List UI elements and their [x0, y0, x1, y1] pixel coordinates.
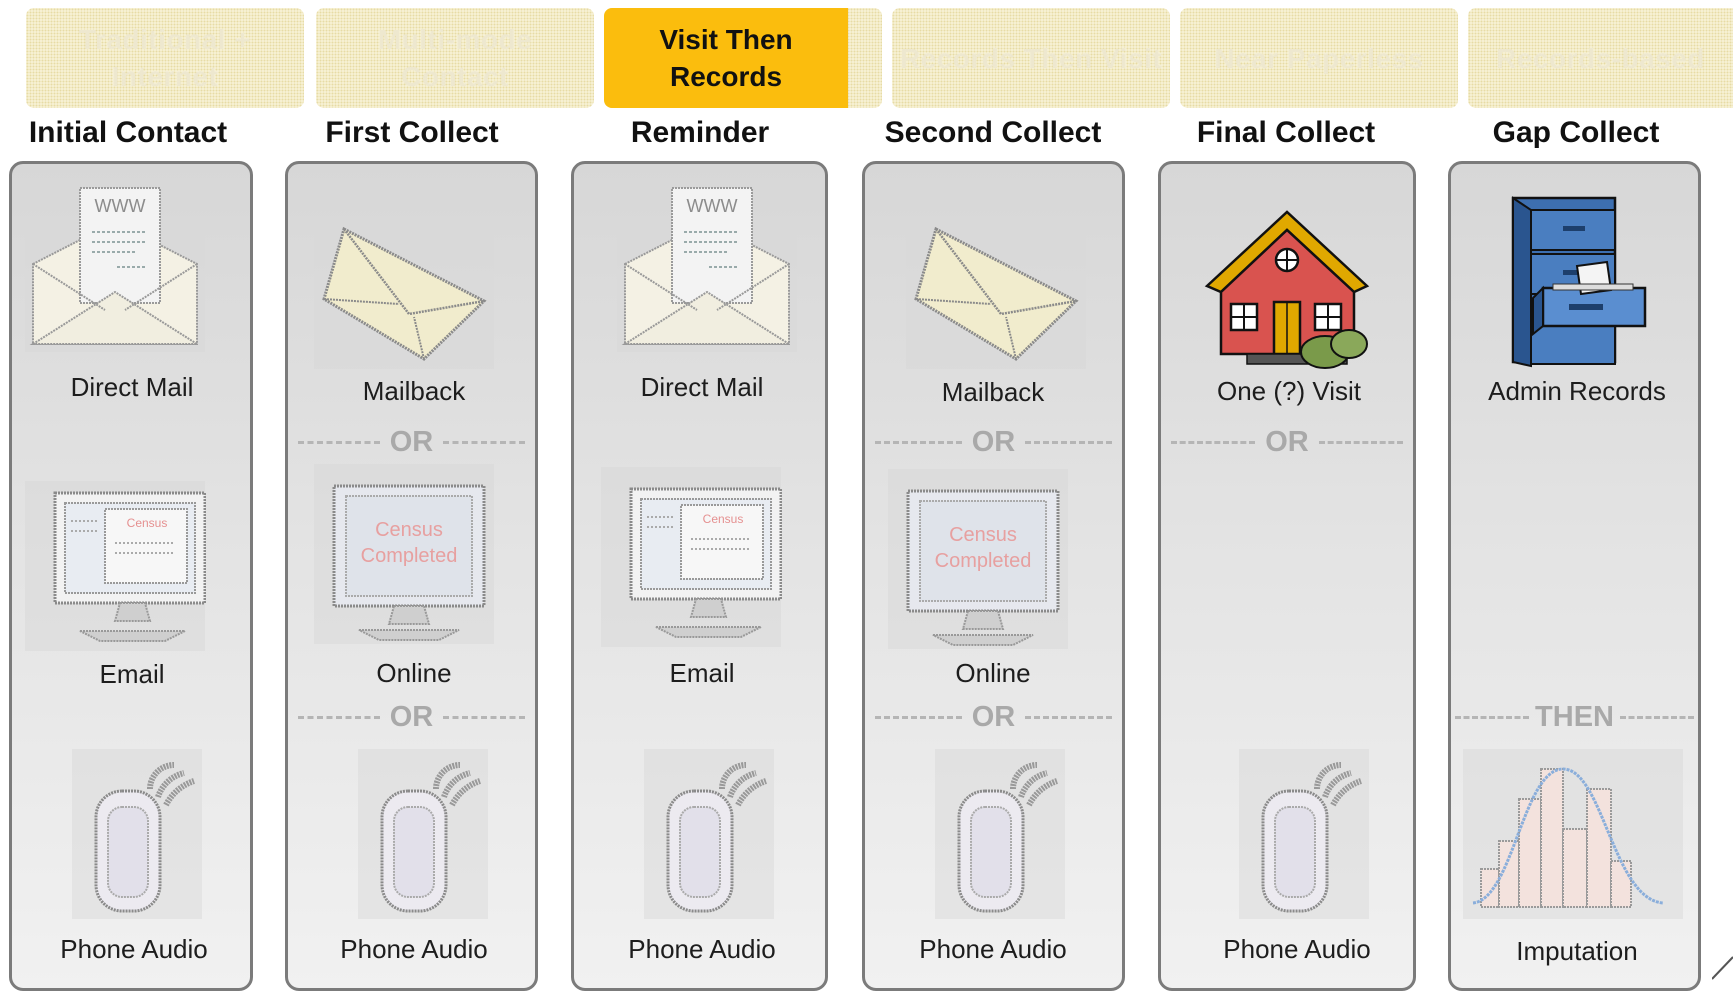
separator-then: THEN [1451, 699, 1698, 735]
item-label-direct-mail: Direct Mail [640, 372, 764, 402]
item-label-admin-records: Admin Records [1488, 376, 1666, 406]
item-label-phone-audio: Phone Audio [628, 934, 776, 964]
item-label-phone-audio: Phone Audio [340, 934, 488, 964]
separator-or: OR [865, 424, 1122, 460]
separator-or: OR [1161, 424, 1413, 460]
online-screen-line1: Census [949, 524, 1017, 546]
monitor-census-icon: Census Completed [888, 469, 1068, 649]
column-reminder: WWW Direct Mail Census Email Phone Audio [571, 161, 828, 991]
online-screen-line2: Completed [935, 550, 1032, 572]
letter-header-text: WWW [95, 196, 146, 216]
item-label-email: Email [669, 658, 735, 688]
envelope-letter-icon: WWW [617, 182, 797, 352]
house-icon [1204, 210, 1370, 369]
email-screen-text: Census [703, 512, 744, 526]
separator-or: OR [865, 699, 1122, 735]
online-screen-line2: Completed [361, 545, 458, 567]
tab-label: Records Then Visit [899, 42, 1163, 74]
corner-fold-icon [1712, 956, 1733, 980]
tab-label: Multi-mode Contact [377, 24, 533, 92]
mobile-phone-icon [72, 749, 202, 919]
column-header-gap-collect: Gap Collect [1492, 116, 1660, 149]
column-header-initial-contact: Initial Contact [28, 116, 228, 149]
separator-text: OR [971, 425, 1016, 458]
tab-label: Near Paperless [1214, 42, 1424, 74]
column-first-collect: Mailback OR Census Completed Online OR P… [285, 161, 538, 991]
item-label-phone-audio: Phone Audio [919, 934, 1067, 964]
envelope-icon [906, 209, 1086, 369]
column-second-collect: Mailback OR Census Completed Online OR P… [862, 161, 1125, 991]
column-initial-contact: WWW Direct Mail Census Email Phone Audio [9, 161, 253, 991]
online-screen-line1: Census [375, 519, 443, 541]
item-label-imputation: Imputation [1516, 936, 1638, 966]
item-label-direct-mail: Direct Mail [70, 372, 194, 402]
column-header-reminder: Reminder [630, 116, 770, 149]
item-label-mailback: Mailback [362, 376, 466, 406]
tab-visit-then-records[interactable]: Visit Then Records [604, 8, 848, 108]
item-label-mailback: Mailback [941, 377, 1045, 407]
item-label-phone-audio: Phone Audio [60, 934, 208, 964]
item-label-visit: One (?) Visit [1216, 376, 1361, 406]
column-header-first-collect: First Collect [325, 116, 499, 149]
column-gap-collect: Admin Records THEN Imputation [1448, 161, 1701, 991]
mobile-phone-icon [644, 749, 774, 919]
tab-traditional-internet[interactable]: Traditional + Internet [26, 8, 304, 108]
tab-label: Visit Then Records [659, 24, 793, 92]
email-screen-text: Census [127, 516, 168, 530]
item-label-online: Online [955, 658, 1031, 688]
tab-records-then-visit[interactable]: Records Then Visit [892, 8, 1170, 108]
monitor-email-icon: Census [25, 481, 206, 651]
letter-header-text: WWW [687, 196, 738, 216]
tab-label: Records-based [1496, 42, 1705, 74]
item-label-phone-audio: Phone Audio [1223, 934, 1371, 964]
column-header-second-collect: Second Collect [884, 116, 1102, 149]
separator-or: OR [288, 699, 535, 735]
mobile-phone-icon [358, 749, 488, 919]
tab-multi-mode-contact[interactable]: Multi-mode Contact [316, 8, 594, 108]
separator-text: OR [389, 700, 434, 733]
separator-text: OR [971, 700, 1016, 733]
separator-or: OR [288, 424, 535, 460]
envelope-icon [314, 209, 494, 369]
item-label-email: Email [99, 659, 165, 689]
tab-near-paperless[interactable]: Near Paperless [1180, 8, 1458, 108]
envelope-letter-icon: WWW [25, 182, 205, 352]
mobile-phone-icon [935, 749, 1065, 919]
filing-cabinet-icon [1511, 196, 1647, 368]
monitor-email-icon: Census [601, 467, 782, 647]
column-final-collect: One (?) Visit OR Phone Audio [1158, 161, 1416, 991]
monitor-census-icon: Census Completed [314, 464, 494, 644]
mobile-phone-icon [1239, 749, 1369, 919]
separator-text: OR [1265, 425, 1309, 458]
histogram-icon [1463, 749, 1683, 919]
tab-records-based[interactable]: Records-based [1468, 8, 1733, 108]
column-header-final-collect: Final Collect [1196, 116, 1376, 149]
separator-text: OR [389, 425, 434, 458]
tab-label: Traditional + Internet [78, 24, 252, 92]
separator-text: THEN [1535, 700, 1614, 733]
item-label-online: Online [376, 658, 452, 688]
